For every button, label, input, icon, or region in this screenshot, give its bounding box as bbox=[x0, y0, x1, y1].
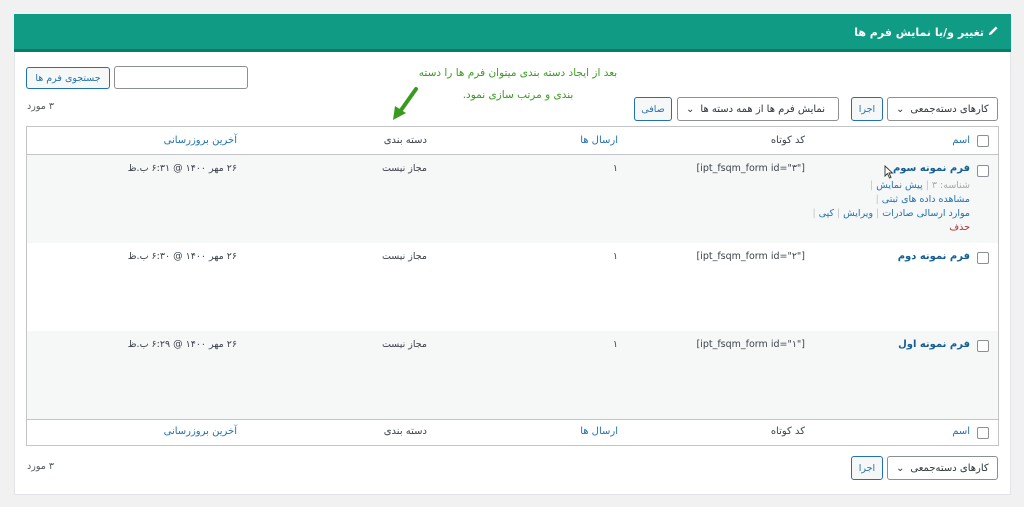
category-cell: مجاز نیست bbox=[381, 339, 427, 350]
forms-table: اسم کد کوتاه ارسال ها دسته بندی آخرین بر… bbox=[26, 126, 999, 446]
column-updated[interactable]: آخرین بروزرسانی bbox=[164, 135, 237, 146]
chevron-down-icon: ⌄ bbox=[896, 462, 905, 474]
table-header: اسم کد کوتاه ارسال ها دسته بندی آخرین بر… bbox=[27, 127, 998, 155]
shortcode-cell: [ipt_fsqm_form id="۲"] bbox=[696, 251, 805, 262]
form-title-link[interactable]: فرم نمونه سوم bbox=[893, 163, 970, 174]
updated-cell: ۲۶ مهر ۱۴۰۰ @ ۶:۳۰ ب.ظ bbox=[127, 251, 237, 262]
table-footer: اسم کد کوتاه ارسال ها دسته بندی آخرین بر… bbox=[27, 419, 998, 445]
page-header: تغییر و/یا نمایش فرم ها bbox=[14, 14, 1011, 49]
updated-cell: ۲۶ مهر ۱۴۰۰ @ ۶:۳۱ ب.ظ bbox=[127, 163, 237, 174]
filter-button[interactable]: صافی bbox=[634, 97, 672, 121]
annotation-line-2: بندی و مرتب سازی نمود. bbox=[462, 89, 574, 101]
copy-link[interactable]: کپی bbox=[819, 208, 834, 219]
row-checkbox[interactable] bbox=[977, 252, 989, 264]
row-checkbox[interactable] bbox=[977, 165, 989, 177]
updated-cell: ۲۶ مهر ۱۴۰۰ @ ۶:۲۹ ب.ظ bbox=[127, 339, 237, 350]
export-link[interactable]: موارد ارسالی صادرات bbox=[882, 208, 970, 219]
annotation-line-1: بعد از ایجاد دسته بندی میتوان فرم ها را … bbox=[418, 67, 618, 79]
column-shortcode: کد کوتاه bbox=[770, 426, 805, 437]
select-all-checkbox[interactable] bbox=[977, 135, 989, 147]
submissions-cell: ۱ bbox=[612, 251, 618, 262]
search-forms-button[interactable]: جستجوی فرم ها bbox=[26, 67, 110, 89]
bulk-actions-value-bottom: کارهای دسته‌جمعی bbox=[910, 462, 989, 474]
edit-link[interactable]: ویرایش bbox=[843, 208, 873, 219]
bulk-actions-select-bottom[interactable]: کارهای دسته‌جمعی ⌄ bbox=[887, 456, 998, 480]
table-row: فرم نمونه دوم [ipt_fsqm_form id="۲"] ۱ م… bbox=[27, 243, 998, 331]
page-title: تغییر و/یا نمایش فرم ها bbox=[854, 25, 999, 39]
column-name[interactable]: اسم bbox=[952, 426, 970, 437]
form-id-label: شناسه: ۳ bbox=[931, 180, 970, 191]
column-category: دسته بندی bbox=[383, 135, 427, 146]
submissions-cell: ۱ bbox=[612, 339, 618, 350]
delete-link[interactable]: حذف bbox=[949, 222, 970, 233]
column-submissions[interactable]: ارسال ها bbox=[580, 135, 618, 146]
bulk-actions-value-top: کارهای دسته‌جمعی bbox=[910, 103, 989, 115]
select-all-checkbox-footer[interactable] bbox=[977, 427, 989, 439]
chevron-down-icon: ⌄ bbox=[686, 103, 695, 115]
chevron-down-icon: ⌄ bbox=[896, 103, 905, 115]
column-submissions[interactable]: ارسال ها bbox=[580, 426, 618, 437]
column-category: دسته بندی bbox=[383, 426, 427, 437]
preview-link[interactable]: پیش نمایش bbox=[876, 180, 922, 191]
shortcode-cell: [ipt_fsqm_form id="۳"] bbox=[696, 163, 805, 174]
shortcode-cell: [ipt_fsqm_form id="۱"] bbox=[696, 339, 805, 350]
category-filter-select[interactable]: نمایش فرم ها از همه دسته ها ⌄ bbox=[677, 97, 839, 121]
column-updated[interactable]: آخرین بروزرسانی bbox=[164, 426, 237, 437]
items-count-top: ۳ مورد bbox=[27, 101, 54, 112]
annotation-text: بعد از ایجاد دسته بندی میتوان فرم ها را … bbox=[388, 62, 648, 106]
submissions-cell: ۱ bbox=[612, 163, 618, 174]
column-shortcode: کد کوتاه bbox=[770, 135, 805, 146]
row-checkbox[interactable] bbox=[977, 340, 989, 352]
apply-button-top[interactable]: اجرا bbox=[851, 97, 883, 121]
table-row: فرم نمونه اول [ipt_fsqm_form id="۱"] ۱ م… bbox=[27, 331, 998, 419]
category-filter-value: نمایش فرم ها از همه دسته ها bbox=[700, 103, 825, 115]
table-row: فرم نمونه سوم شناسه: ۳|پیش نمایش| مشاهده… bbox=[27, 155, 998, 243]
items-count-bottom: ۳ مورد bbox=[27, 461, 54, 472]
form-title-link[interactable]: فرم نمونه اول bbox=[898, 339, 970, 350]
form-title-link[interactable]: فرم نمونه دوم bbox=[898, 251, 970, 262]
category-cell: مجاز نیست bbox=[381, 251, 427, 262]
row-actions: شناسه: ۳|پیش نمایش| مشاهده داده های ثبتی… bbox=[812, 180, 970, 233]
header-shadow bbox=[14, 49, 1011, 52]
apply-button-bottom[interactable]: اجرا bbox=[851, 456, 883, 480]
annotation-arrow-icon bbox=[393, 87, 418, 120]
search-input[interactable] bbox=[114, 66, 248, 89]
column-name[interactable]: اسم bbox=[952, 135, 970, 146]
pencil-icon bbox=[988, 25, 999, 39]
mouse-cursor-icon bbox=[884, 165, 894, 179]
category-cell: مجاز نیست bbox=[381, 163, 427, 174]
view-data-link[interactable]: مشاهده داده های ثبتی bbox=[882, 194, 970, 205]
bulk-actions-select-top[interactable]: کارهای دسته‌جمعی ⌄ bbox=[887, 97, 998, 121]
